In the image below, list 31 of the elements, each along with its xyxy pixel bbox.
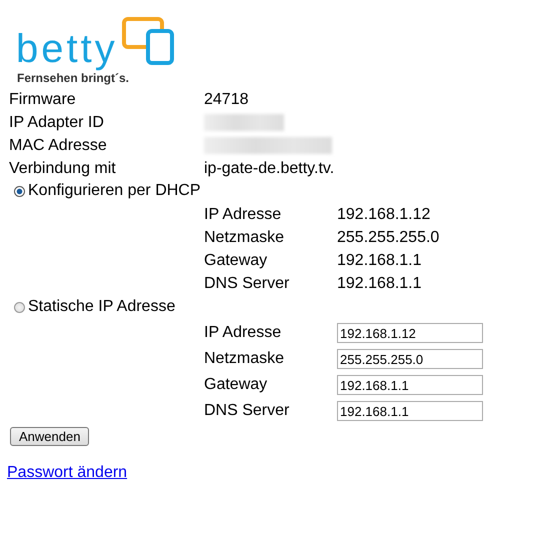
field-value: 192.168.1.1 [337, 251, 422, 270]
logo-icon [122, 17, 176, 65]
field-label: Gateway [204, 251, 268, 270]
field-label: Gateway [204, 375, 268, 395]
radio-label: Konfigurieren per DHCP [28, 181, 201, 201]
field-value: 192.168.1.1 [337, 274, 422, 293]
input-field[interactable]: 192.168.1.12 [337, 323, 483, 343]
logo-tagline: Fernsehen bringt´s. [17, 71, 130, 85]
info-label: IP Adapter ID [9, 113, 104, 132]
info-value: ip-gate-de.betty.tv. [204, 159, 334, 178]
info-label: Firmware [9, 90, 76, 109]
field-label: DNS Server [204, 274, 290, 293]
radio-label: Statische IP Adresse [28, 297, 176, 317]
field-label: Netzmaske [204, 349, 284, 369]
field-label: IP Adresse [204, 205, 282, 224]
field-value: 255.255.255.0 [337, 228, 440, 247]
field-label: Netzmaske [204, 228, 284, 247]
field-label: IP Adresse [204, 323, 282, 343]
logo-wordmark: betty [16, 29, 118, 69]
info-label: Verbindung mit [9, 159, 116, 178]
radio-button[interactable] [14, 302, 25, 312]
info-label: MAC Adresse [9, 136, 107, 155]
field-value: 192.168.1.12 [337, 205, 430, 224]
password-link[interactable]: Passwort ändern [7, 464, 128, 481]
input-field[interactable]: 255.255.255.0 [337, 349, 483, 369]
info-value: 24718 [204, 90, 248, 109]
radio-button[interactable] [14, 186, 25, 196]
field-label: DNS Server [204, 401, 290, 421]
apply-button[interactable]: Anwenden [10, 427, 90, 446]
input-field[interactable]: 192.168.1.1 [337, 375, 483, 395]
input-field[interactable]: 192.168.1.1 [337, 401, 483, 421]
